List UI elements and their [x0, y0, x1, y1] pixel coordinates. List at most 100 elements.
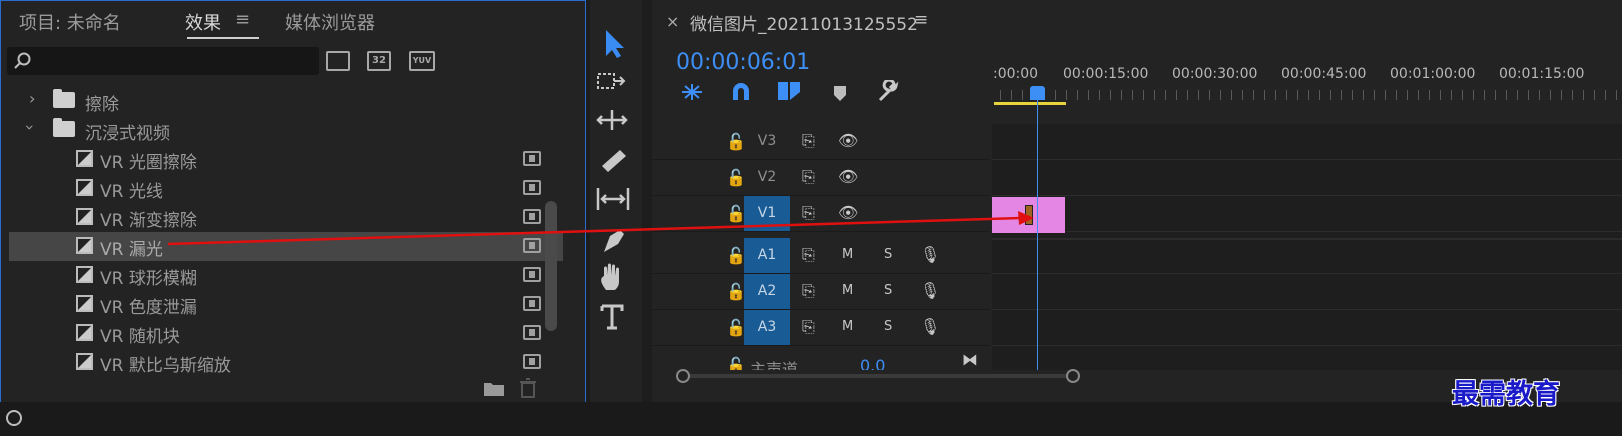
effect-icon — [76, 208, 93, 225]
linked-selection-icon[interactable] — [776, 80, 802, 102]
track-header-a2: 🔓 A2 ⎘ M S 🎙 — [652, 274, 990, 310]
razor-tool-icon[interactable] — [596, 146, 632, 176]
lock-icon[interactable]: 🔓 — [726, 246, 746, 265]
tab-project[interactable]: 项目: 未命名 — [19, 9, 121, 35]
timeline-zoom-scrollbar[interactable] — [676, 369, 1080, 383]
32bit-effects-icon[interactable]: 32 — [367, 51, 391, 71]
ruler-tick — [1275, 90, 1276, 100]
lane-a1[interactable] — [992, 238, 1622, 274]
ruler-tick — [1583, 90, 1584, 100]
solo-button[interactable]: S — [884, 283, 892, 298]
master-volume-value[interactable]: 0.0 — [860, 356, 885, 370]
lock-icon[interactable]: 🔓 — [726, 282, 746, 301]
lane-v1[interactable] — [992, 196, 1622, 232]
lock-icon[interactable]: 🔓 — [726, 132, 746, 151]
tab-media-browser[interactable]: 媒体浏览器 — [285, 9, 375, 35]
playhead-handle[interactable] — [1030, 86, 1045, 100]
solo-button[interactable]: S — [884, 247, 892, 262]
effects-scrollbar[interactable] — [545, 201, 557, 331]
lock-icon[interactable]: 🔓 — [726, 356, 746, 370]
lane-a3[interactable] — [992, 310, 1622, 346]
microphone-icon[interactable]: 🎙 — [920, 245, 940, 264]
effects-panel: 项目: 未命名 效果 ≡ 媒体浏览器 32 YUV › 擦除 › 沉浸式视频 V… — [0, 0, 586, 414]
lock-icon[interactable]: 🔓 — [726, 204, 746, 223]
sync-lock-icon[interactable]: ⎘ — [802, 245, 815, 265]
sequence-tab[interactable]: 微信图片_20211013125552 — [690, 10, 918, 35]
microphone-icon[interactable]: 🎙 — [920, 281, 940, 300]
lane-a2[interactable] — [992, 274, 1622, 310]
tree-label: 沉浸式视频 — [85, 124, 170, 144]
cc-sync-icon[interactable] — [4, 408, 24, 428]
eye-icon[interactable]: 👁 — [838, 203, 858, 222]
sync-lock-icon[interactable]: ⎘ — [802, 131, 815, 151]
effect-row[interactable]: VR 光线 — [9, 174, 563, 203]
track-name[interactable]: A2 — [744, 274, 790, 309]
mute-button[interactable]: M — [842, 283, 853, 298]
add-marker-icon[interactable] — [832, 84, 848, 102]
effects-search-input[interactable] — [7, 47, 319, 75]
lock-icon[interactable]: 🔓 — [726, 168, 746, 187]
eye-icon[interactable]: 👁 — [838, 167, 858, 186]
ruler-tick — [1286, 90, 1287, 100]
track-header-master: 🔓 主声道 0.0 ⧓ — [652, 346, 990, 370]
pen-tool-icon[interactable] — [596, 224, 632, 256]
eye-icon[interactable]: 👁 — [838, 131, 858, 150]
track-area[interactable] — [992, 124, 1622, 370]
sync-lock-icon[interactable]: ⎘ — [802, 281, 815, 301]
timeline-settings-wrench-icon[interactable] — [876, 80, 900, 104]
folder-icon — [53, 89, 75, 108]
sync-lock-icon[interactable]: ⎘ — [802, 317, 815, 337]
sync-lock-icon[interactable]: ⎘ — [802, 167, 815, 187]
snap-magnet-icon[interactable] — [730, 82, 752, 102]
track-name[interactable]: V1 — [744, 196, 790, 231]
chevron-down-icon[interactable]: › — [21, 124, 40, 130]
effects-menu-icon[interactable]: ≡ — [235, 9, 250, 30]
go-to-end-icon[interactable]: ⧓ — [962, 350, 978, 369]
ripple-edit-tool-icon[interactable] — [594, 106, 634, 138]
slip-tool-icon[interactable] — [594, 184, 634, 214]
video-clip[interactable] — [992, 197, 1065, 233]
effect-row-selected[interactable]: VR 漏光 — [9, 232, 563, 261]
folder-row-immersive-video[interactable]: › 沉浸式视频 — [9, 116, 563, 145]
lane-v3[interactable] — [992, 124, 1622, 160]
type-tool-icon[interactable] — [596, 302, 632, 334]
chevron-right-icon[interactable]: › — [29, 89, 35, 108]
effect-row[interactable]: VR 渐变擦除 — [9, 203, 563, 232]
lane-v2[interactable] — [992, 160, 1622, 196]
folder-row-wipe[interactable]: › 擦除 — [9, 87, 563, 116]
new-folder-icon[interactable] — [483, 379, 505, 397]
close-sequence-icon[interactable]: × — [666, 12, 679, 31]
nest-icon[interactable] — [680, 82, 704, 102]
accelerated-effects-icon[interactable] — [326, 51, 350, 71]
sync-lock-icon[interactable]: ⎘ — [802, 203, 815, 223]
track-name[interactable]: V3 — [744, 124, 790, 159]
track-select-tool-icon[interactable] — [594, 68, 634, 100]
lock-icon[interactable]: 🔓 — [726, 318, 746, 337]
effect-row[interactable]: VR 色度泄漏 — [9, 290, 563, 319]
effect-row[interactable]: VR 球形模糊 — [9, 261, 563, 290]
ruler-tick — [1242, 90, 1243, 100]
track-name[interactable]: A3 — [744, 310, 790, 345]
microphone-icon[interactable]: 🎙 — [920, 317, 940, 336]
effect-icon — [76, 353, 93, 370]
zoom-right-knob[interactable] — [1066, 369, 1080, 383]
work-area-bar[interactable] — [994, 102, 1066, 105]
mute-button[interactable]: M — [842, 247, 853, 262]
tab-effects[interactable]: 效果 — [185, 9, 221, 35]
hand-tool-icon[interactable] — [596, 262, 632, 294]
ruler-tick — [1561, 90, 1562, 100]
yuv-effects-icon[interactable]: YUV — [409, 51, 435, 71]
zoom-left-knob[interactable] — [676, 369, 690, 383]
effect-row[interactable]: VR 默比乌斯缩放 — [9, 348, 563, 377]
sequence-menu-icon[interactable]: ≡ — [914, 10, 928, 30]
mute-button[interactable]: M — [842, 319, 853, 334]
selection-tool-icon[interactable] — [598, 28, 632, 60]
solo-button[interactable]: S — [884, 319, 892, 334]
trash-icon[interactable] — [519, 378, 537, 398]
ruler-tick — [1099, 90, 1100, 100]
track-name[interactable]: V2 — [744, 160, 790, 195]
playhead-timecode[interactable]: 00:00:06:01 — [676, 50, 810, 75]
track-name[interactable]: A1 — [744, 238, 790, 273]
effect-row[interactable]: VR 随机块 — [9, 319, 563, 348]
effect-row[interactable]: VR 光圈擦除 — [9, 145, 563, 174]
